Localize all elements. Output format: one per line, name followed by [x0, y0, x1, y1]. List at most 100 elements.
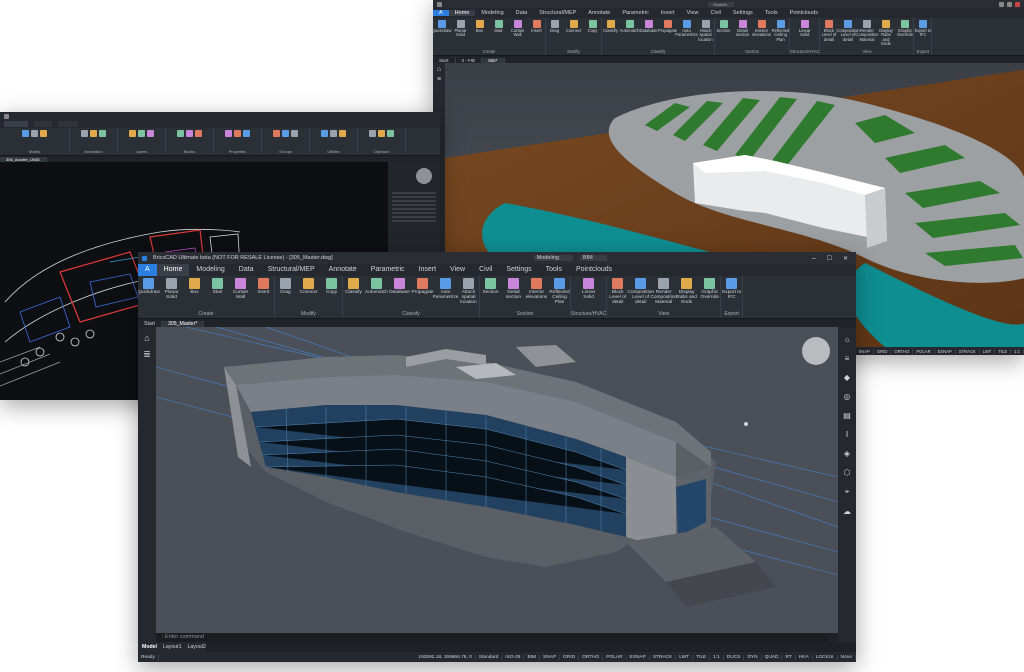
tab-manage[interactable] [58, 121, 78, 127]
utilities-tool-icon[interactable] [321, 130, 328, 137]
tab-parametric[interactable]: Parametric [616, 10, 655, 16]
insert-button[interactable]: Insert [253, 278, 274, 295]
status-toggle-tile[interactable]: TILE [693, 654, 711, 660]
tab-home[interactable] [4, 121, 28, 127]
target-icon[interactable]: ◎ [844, 392, 851, 401]
status-toggle-lwt[interactable]: LWT [676, 654, 694, 660]
status-toggle-esnap[interactable]: ESNAP [627, 654, 650, 660]
tab-annotate[interactable]: Annotate [322, 264, 364, 276]
graphic-override-button[interactable]: Graphic Override [896, 20, 913, 38]
status-toggle-snap[interactable]: SNAP [855, 348, 874, 354]
modify-tool-icon[interactable] [40, 130, 47, 137]
status-toggle-iso-25[interactable]: ISO-25 [502, 654, 525, 660]
connect-button[interactable]: Connect [298, 278, 319, 295]
linear-solid-button[interactable]: Linear Solid [796, 20, 813, 38]
graphic-override-button[interactable]: Graphic Override [699, 278, 720, 300]
status-toggle-1-1[interactable]: 1:1 [710, 654, 724, 660]
status-toggle-dyn[interactable]: DYN [744, 654, 762, 660]
tab-view[interactable] [34, 121, 52, 127]
database-button[interactable]: Database [389, 278, 410, 295]
tab-civil[interactable]: Civil [705, 10, 727, 16]
render-composition-material-button[interactable]: Render Composition Material [650, 278, 677, 305]
blocks-tool-icon[interactable] [186, 130, 193, 137]
detail-section-button[interactable]: Detail section [734, 20, 751, 38]
layers-tool-icon[interactable] [129, 130, 136, 137]
tab-data[interactable]: Data [232, 264, 261, 276]
automatch-button[interactable]: Automatch [619, 20, 640, 33]
blocks-tool-icon[interactable] [195, 130, 202, 137]
status-toggle-tile[interactable]: TILE [995, 348, 1012, 354]
tab-settings[interactable]: Settings [727, 10, 759, 16]
groups-tool-icon[interactable] [282, 130, 289, 137]
annotation-tool-icon[interactable] [99, 130, 106, 137]
view-cube[interactable] [802, 337, 830, 365]
tab-pointclouds[interactable]: Pointclouds [569, 264, 619, 276]
app-menu-button[interactable]: A [433, 10, 449, 16]
section-button[interactable]: Section [715, 20, 732, 33]
reflected-ceiling-plan-button[interactable]: Reflected Ceiling Plan [549, 278, 570, 305]
interior-elevations-button[interactable]: Interior elevations [526, 278, 547, 300]
status-toggle-strack[interactable]: STRACK [956, 348, 980, 354]
clipboard-tool-icon[interactable] [387, 130, 394, 137]
layout-tab-layout1[interactable]: Layout1 [163, 644, 181, 650]
sliders-icon[interactable]: ≡ [845, 354, 850, 363]
tab-data[interactable]: Data [510, 10, 534, 16]
database-button[interactable]: Database [640, 20, 657, 33]
status-toggle-polar[interactable]: POLAR [913, 348, 935, 354]
status-toggle-esnap[interactable]: ESNAP [935, 348, 956, 354]
auto-parametrize-button[interactable]: Auto Parametrize [433, 278, 458, 300]
lightbulb-icon[interactable]: ☼ [843, 335, 850, 344]
drag-button[interactable]: Drag [546, 20, 563, 33]
planar-solid-button[interactable]: Planar Solid [161, 278, 182, 300]
insert-button[interactable]: Insert [528, 20, 545, 33]
status-toggle-ortho[interactable]: ORTHO [891, 348, 914, 354]
annotation-tool-icon[interactable] [90, 130, 97, 137]
tab-modeling[interactable]: Modeling [475, 10, 509, 16]
box-button[interactable]: Box [471, 20, 488, 33]
close-icon[interactable]: ✕ [839, 255, 852, 262]
classify-button[interactable]: Classify [602, 20, 619, 33]
block-level-of-detail-button[interactable]: Block Level of detail [607, 278, 628, 305]
tab-tools[interactable]: Tools [759, 10, 784, 16]
layers-tool-icon[interactable] [147, 130, 154, 137]
auto-parametrize-button[interactable]: Auto Parametrize [675, 20, 698, 38]
copy-button[interactable]: Copy [321, 278, 342, 295]
display-rabs-and-ends-button[interactable]: Display Rabs and Ends [877, 20, 894, 47]
tab-view[interactable]: View [681, 10, 705, 16]
maximize-icon[interactable]: ☐ [823, 255, 836, 262]
app-menu-button[interactable]: A [138, 264, 157, 276]
tab-home[interactable]: Home [156, 264, 190, 276]
clipboard-tool-icon[interactable] [378, 130, 385, 137]
propagate-button[interactable]: Propagate [658, 20, 677, 33]
table-icon[interactable]: ▤ [843, 411, 851, 420]
status-toggle-grid[interactable]: GRID [560, 654, 580, 660]
render-composition-material-button[interactable]: Render Composition Material [855, 20, 879, 42]
layout-tab-model[interactable]: Model [142, 644, 157, 650]
view-cube[interactable] [416, 168, 432, 184]
clipboard-tool-icon[interactable] [369, 130, 376, 137]
propagate-button[interactable]: Propagate [411, 278, 434, 295]
quickdraw-button[interactable]: Quickdraw [433, 20, 451, 33]
classify-button[interactable]: Classify [343, 278, 364, 295]
automatch-button[interactable]: Automatch [365, 278, 388, 295]
layers-icon[interactable]: ≡ [437, 76, 441, 83]
cube-icon[interactable]: ⬡ [844, 468, 851, 477]
tab-pointclouds[interactable]: Pointclouds [784, 10, 824, 16]
stack-icon[interactable]: ◈ [844, 449, 850, 458]
close-icon[interactable] [1015, 1, 1021, 7]
layout-tab-layout2[interactable]: Layout2 [187, 644, 205, 650]
status-toggle-ducs[interactable]: DUCS [724, 654, 745, 660]
status-toggle-grid[interactable]: GRID [874, 348, 892, 354]
tab-civil[interactable]: Civil [472, 264, 499, 276]
workspace-select[interactable]: Modeling [533, 255, 573, 261]
pin-icon[interactable]: ⌖ [845, 487, 850, 497]
tab-structural-mep[interactable]: Structural/MEP [533, 10, 582, 16]
modify-tool-icon[interactable] [31, 130, 38, 137]
layers-tool-icon[interactable] [138, 130, 145, 137]
copy-button[interactable]: Copy [584, 20, 601, 33]
reflected-ceiling-plan-button[interactable]: Reflected Ceiling Plan [772, 20, 789, 42]
properties-tool-icon[interactable] [243, 130, 250, 137]
utilities-tool-icon[interactable] [339, 130, 346, 137]
status-toggle-quad[interactable]: QUAD [762, 654, 783, 660]
minimize-icon[interactable] [999, 1, 1005, 7]
